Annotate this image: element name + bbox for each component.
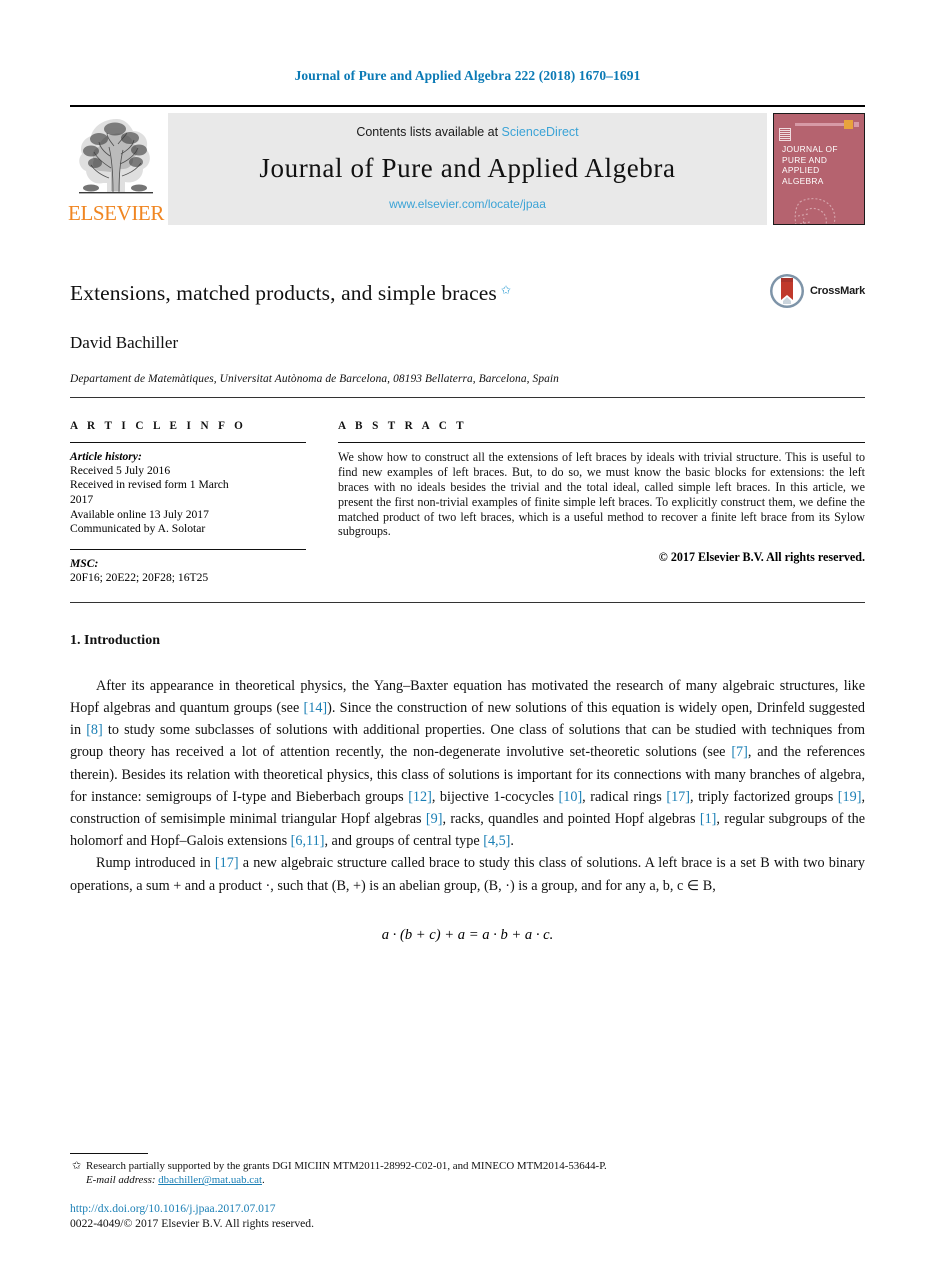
elsevier-tree-icon [79, 119, 153, 194]
msc-codes: 20F16; 20E22; 20F28; 16T25 [70, 570, 209, 584]
body-text: , triply factorized groups [689, 788, 838, 805]
cover-top-decoration [779, 120, 859, 129]
citation-link[interactable]: [12] [408, 789, 432, 805]
msc-rule [70, 548, 306, 550]
article-info-rule [70, 441, 306, 443]
footnote-email: E-mail address: dbachiller@mat.uab.cat. [70, 1173, 865, 1188]
author-name: David Bachiller [70, 332, 179, 352]
footnote-rule [70, 1152, 148, 1154]
abstract-rule [338, 441, 865, 443]
body-text: , racks, quandles and pointed Hopf algeb… [442, 811, 700, 828]
citation-link[interactable]: [4,5] [483, 833, 510, 849]
article-info-column: A R T I C L E I N F O Article history: R… [70, 420, 306, 584]
history-item: Received in revised form 1 March [70, 478, 229, 492]
citation-link[interactable]: [17] [215, 855, 239, 871]
history-item: Communicated by A. Solotar [70, 522, 206, 536]
crossmark-label: CrossMark [809, 285, 865, 297]
article-body: 1. Introduction After its appearance in … [70, 603, 865, 944]
citation-link[interactable]: [7] [731, 744, 748, 760]
intro-paragraph-1: After its appearance in theoretical phys… [70, 675, 865, 853]
abstract-column: A B S T R A C T We show how to construct… [306, 420, 865, 584]
title-footnote-marker[interactable]: ✩ [501, 283, 511, 297]
body-text: . [510, 833, 514, 850]
crossmark-icon [769, 274, 804, 308]
running-head: Journal of Pure and Applied Algebra 222 … [294, 68, 641, 83]
citation-link[interactable]: [14] [304, 700, 328, 716]
info-abstract-row: A R T I C L E I N F O Article history: R… [70, 398, 865, 603]
body-text: , radical rings [582, 788, 667, 805]
page-title: Extensions, matched products, and simple… [70, 281, 497, 305]
doi-link[interactable]: http://dx.doi.org/10.1016/j.jpaa.2017.07… [70, 1202, 314, 1217]
article-history-title: Article history: [70, 449, 142, 463]
footnote-grant-text: Research partially supported by the gran… [86, 1159, 607, 1172]
contents-box: Contents lists available at ScienceDirec… [168, 113, 767, 225]
citation-link[interactable]: [10] [559, 789, 583, 805]
intro-paragraph-2: Rump introduced in [17] a new algebraic … [70, 852, 865, 896]
abstract-copyright: © 2017 Elsevier B.V. All rights reserved… [658, 550, 865, 565]
msc-block: MSC: 20F16; 20E22; 20F28; 16T25 [70, 548, 306, 584]
author-email-link[interactable]: dbachiller@mat.uab.cat [158, 1174, 262, 1186]
section-heading-introduction: 1. Introduction [70, 632, 160, 648]
contents-prefix-text: Contents lists available at [356, 125, 502, 139]
masthead: ELSEVIER Contents lists available at Sci… [68, 105, 865, 225]
footnote-block: ✩ Research partially supported by the gr… [70, 1152, 865, 1188]
cover-artwork-icon [794, 198, 836, 224]
journal-cover-thumbnail: JOURNAL OF PURE AND APPLIED ALGEBRA [773, 113, 865, 225]
history-item: Available online 13 July 2017 [70, 507, 209, 521]
author-affiliation: Departament de Matemàtiques, Universitat… [70, 372, 559, 385]
citation-link[interactable]: [1] [700, 811, 717, 827]
citation-link[interactable]: [6,11] [291, 833, 325, 849]
body-text: Rump introduced in [96, 855, 215, 872]
elsevier-logo: ELSEVIER [68, 113, 164, 225]
history-item: 2017 [70, 493, 94, 507]
citation-link[interactable]: [19] [838, 789, 862, 805]
citation-link[interactable]: [8] [86, 722, 103, 738]
article-info-label: A R T I C L E I N F O [70, 419, 247, 432]
abstract-label: A B S T R A C T [338, 419, 468, 432]
email-address-label: E-mail address: [86, 1174, 156, 1187]
history-item: Received 5 July 2016 [70, 463, 171, 477]
page-footer: http://dx.doi.org/10.1016/j.jpaa.2017.07… [70, 1202, 314, 1231]
display-equation: a · (b + c) + a = a · b + a · c. [381, 926, 554, 943]
msc-title: MSC: [70, 556, 99, 570]
citation-link[interactable]: [17] [666, 789, 690, 805]
journal-name: Journal of Pure and Applied Algebra [259, 152, 676, 183]
issn-copyright-line: 0022-4049/© 2017 Elsevier B.V. All right… [70, 1216, 314, 1230]
body-text: , and groups of central type [324, 833, 484, 850]
footnote-star-marker: ✩ [72, 1159, 82, 1172]
body-text: , bijective 1-cocycles [431, 788, 559, 805]
elsevier-wordmark: ELSEVIER [68, 201, 164, 225]
title-block: Extensions, matched products, and simple… [70, 225, 865, 398]
journal-url-link[interactable]: www.elsevier.com/locate/jpaa [389, 197, 546, 211]
cover-title-text: JOURNAL OF PURE AND APPLIED ALGEBRA [782, 144, 838, 186]
article-page: Journal of Pure and Applied Algebra 222 … [0, 0, 935, 1266]
cover-publisher-mark-icon [779, 128, 791, 141]
crossmark-badge[interactable]: CrossMark [769, 273, 865, 309]
footnote-grant: ✩ Research partially supported by the gr… [70, 1159, 865, 1174]
contents-available-line: Contents lists available at ScienceDirec… [356, 125, 578, 139]
sciencedirect-link[interactable]: ScienceDirect [502, 125, 579, 139]
abstract-text: We show how to construct all the extensi… [338, 449, 865, 539]
email-suffix: . [261, 1174, 265, 1187]
citation-link[interactable]: [9] [426, 811, 443, 827]
